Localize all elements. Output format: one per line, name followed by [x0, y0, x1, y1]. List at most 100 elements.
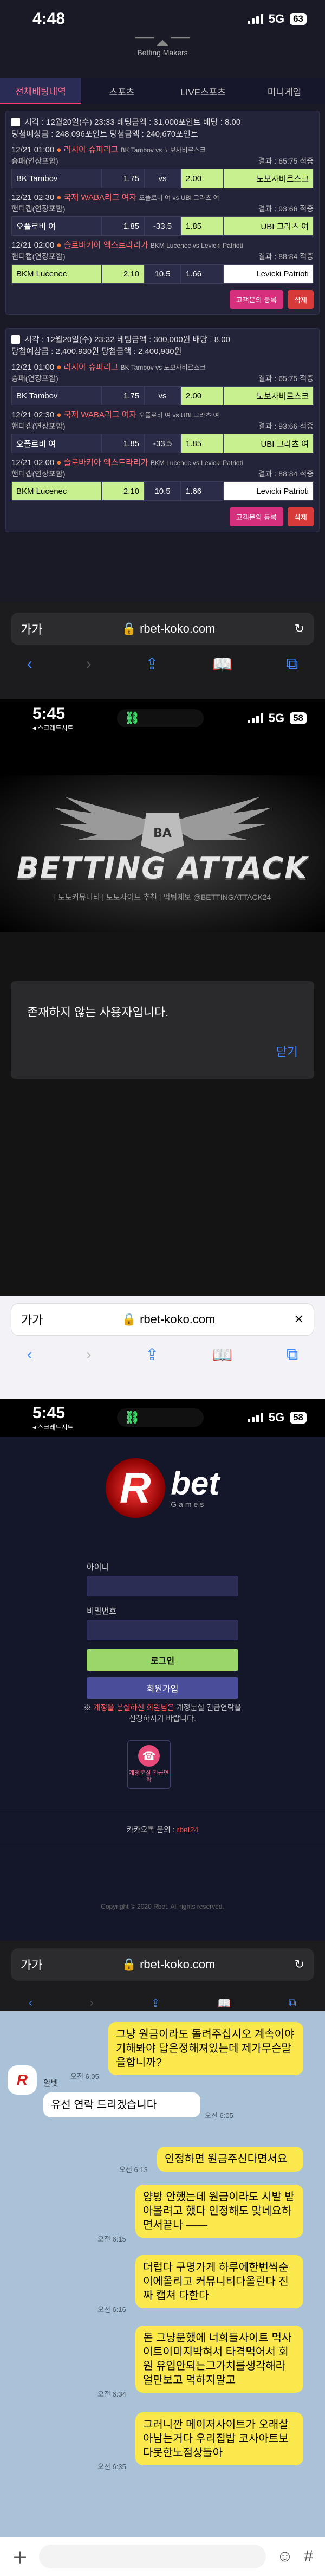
select-checkbox[interactable]	[11, 118, 20, 126]
signup-button[interactable]: 회원가입	[87, 1677, 238, 1699]
lock-icon: 🔒	[121, 1957, 136, 1971]
bookmarks-icon[interactable]: 📖	[218, 1997, 231, 2010]
status-bar: 5:45 ◂ 스크레드시트 ⛓ 5G 58	[0, 1399, 325, 1437]
network-label: 5G	[268, 711, 285, 725]
basketball-icon: ●	[56, 458, 62, 467]
reload-icon[interactable]: ↻	[295, 1957, 304, 1972]
alert-message: 존재하지 않는 사용자입니다.	[27, 1006, 169, 1019]
login-form: 아이디 비밀번호 로그인 회원가입	[87, 1561, 238, 1699]
inquiry-button[interactable]: 고객문의 등록	[229, 507, 284, 526]
away-odds: 1.66	[180, 481, 223, 501]
tabs-icon[interactable]: ⧉	[287, 1345, 298, 1364]
odds-row: BK Tambov 1.75 vs 2.00 노보사비르스크	[11, 169, 314, 188]
received-message[interactable]: 유선 연락 드리겠습니다	[43, 2092, 200, 2117]
match-header: 12/21 02:00 ● 슬로바키아 엑스트라리가 BKM Lucenec v…	[11, 458, 243, 467]
clock: 5:45	[32, 1403, 66, 1422]
select-checkbox[interactable]	[11, 335, 20, 344]
home-team: 오플로비 여	[11, 216, 102, 236]
tab-3[interactable]: 미니게임	[244, 78, 325, 104]
forward-icon[interactable]: ›	[86, 655, 92, 673]
rbet-avatar[interactable]: R	[8, 2065, 37, 2095]
sent-message[interactable]: 돈 그냥문했에 너희들사이트 먹사이트이미지박혀서 타격먹어서 회원 유입안되는…	[135, 2326, 303, 2393]
bet-summary: 시각 : 12월20일(수) 23:33 베팅금액 : 31,000포인트 배당…	[24, 118, 241, 127]
status-bar: 5:45 ◂ 스크레드시트 ⛓ 5G 58	[0, 699, 325, 737]
home-team: 오플로비 여	[11, 434, 102, 453]
phone-icon: ☎	[138, 1745, 160, 1767]
delete-button[interactable]: 삭제	[288, 290, 314, 309]
tab-0[interactable]: 전체베팅내역	[0, 78, 81, 104]
away-odds: 2.00	[180, 386, 223, 405]
match-result: 결과 : 93:66 적중	[258, 422, 314, 430]
alert-close-button[interactable]: 닫기	[276, 1042, 298, 1060]
reader-mode-button[interactable]: 가가	[21, 1956, 42, 1973]
forward-icon[interactable]: ›	[90, 1997, 94, 2010]
emergency-contact-button[interactable]: ☎ 계정분실 긴급연락	[127, 1740, 171, 1789]
share-icon[interactable]: ⇪	[145, 655, 159, 674]
back-icon[interactable]: ‹	[29, 1997, 32, 2010]
emergency-contact-label: 계정분실 긴급연락	[129, 1770, 169, 1783]
share-icon[interactable]: ⇪	[145, 1345, 159, 1364]
close-icon[interactable]: ✕	[294, 1312, 304, 1326]
match-header: 12/21 02:00 ● 슬로바키아 엑스트라리가 BKM Lucenec v…	[11, 241, 243, 250]
address-bar[interactable]: 가가 🔒 rbet-koko.com ↻	[11, 1948, 314, 1981]
handicap: 10.5	[144, 481, 181, 501]
tabs-icon[interactable]: ⧉	[287, 655, 298, 673]
market-type: 핸디캡(연장포함)	[11, 252, 66, 261]
away-odds: 2.00	[180, 169, 223, 188]
away-team: UBI 그라츠 여	[223, 216, 314, 236]
back-to-app[interactable]: ◂ 스크레드시트	[32, 723, 74, 732]
winged-emblem-icon: BA	[54, 797, 271, 854]
emoji-icon[interactable]: ☺	[277, 2547, 294, 2566]
share-icon[interactable]: ⇪	[151, 1997, 160, 2010]
sent-message[interactable]: 그러니깐 메이저사이트가 오래살아남는거다 우리집밥 코사아트보다못한노점상들아	[135, 2412, 303, 2465]
tab-1[interactable]: 스포츠	[81, 78, 162, 104]
lock-icon: 🔒	[121, 622, 136, 635]
inquiry-button[interactable]: 고객문의 등록	[229, 290, 284, 309]
alert-dialog: 존재하지 않는 사용자입니다. 닫기	[11, 981, 314, 1079]
message-input[interactable]	[39, 2545, 266, 2568]
login-button[interactable]: 로그인	[87, 1649, 238, 1671]
bookmarks-icon[interactable]: 📖	[212, 655, 232, 674]
reload-icon[interactable]: ↻	[295, 622, 304, 636]
password-label: 비밀번호	[87, 1607, 117, 1616]
away-team: UBI 그라츠 여	[223, 434, 314, 453]
match-header: 12/21 01:00 ● 러시아 슈퍼리그 BK Tambov vs 노보사비…	[11, 145, 206, 154]
match-result: 결과 : 88:84 적중	[258, 469, 314, 478]
status-bar: 4:48 5G 63	[0, 0, 325, 38]
reader-mode-button[interactable]: 가가	[21, 1311, 43, 1328]
match-header: 12/21 01:00 ● 러시아 슈퍼리그 BK Tambov vs 노보사비…	[11, 363, 206, 372]
bet-slip-card: 시각 : 12월20일(수) 23:32 베팅금액 : 300,000원 배당 …	[5, 328, 320, 532]
address-bar[interactable]: 가가 🔒 rbet-koko.com ↻	[11, 613, 314, 645]
hash-icon[interactable]: #	[304, 2547, 313, 2566]
odds-row: BKM Lucenec 2.10 10.5 1.66 Levicki Patri…	[11, 481, 314, 501]
password-input[interactable]	[87, 1620, 238, 1640]
sent-message[interactable]: 인정하면 원금주신다면서요	[157, 2147, 303, 2172]
id-input[interactable]	[87, 1576, 238, 1596]
bookmarks-icon[interactable]: 📖	[212, 1345, 232, 1364]
away-team: 노보사비르스크	[223, 169, 314, 188]
tab-2[interactable]: LIVE스포츠	[162, 78, 244, 104]
tabs-icon[interactable]: ⧉	[289, 1997, 296, 2010]
home-odds: 1.75	[102, 169, 145, 188]
reader-mode-button[interactable]: 가가	[21, 620, 42, 637]
basketball-icon: ●	[56, 410, 62, 420]
message-time: 오전 6:05	[205, 2111, 233, 2120]
back-icon[interactable]: ‹	[27, 655, 32, 673]
logo-text: bet	[171, 1465, 220, 1502]
sent-message[interactable]: 그냥 원금이라도 돌려주십시오 계속이야기해봐야 답은정해져있는데 제가무슨말을…	[108, 2022, 303, 2075]
sent-message[interactable]: 더럽다 구명가게 하루에한번씩순이에올리고 커뮤니티다올린다 진짜 캡쳐 다한다	[135, 2255, 303, 2308]
back-icon[interactable]: ‹	[27, 1345, 32, 1364]
home-team: BK Tambov	[11, 386, 102, 405]
dynamic-island: ⛓	[117, 709, 204, 727]
address-bar[interactable]: 가가 🔒 rbet-koko.com ✕	[11, 1303, 314, 1336]
sent-message[interactable]: 양방 안했는데 원금이라도 시발 받아볼려고 했다 인정해도 맞네요하면서끝나 …	[135, 2185, 303, 2238]
kakao-id[interactable]: rbet24	[177, 1825, 199, 1834]
forward-icon[interactable]: ›	[86, 1345, 92, 1364]
plus-icon[interactable]: ＋	[12, 2545, 28, 2568]
home-odds: 1.75	[102, 386, 145, 405]
back-to-app[interactable]: ◂ 스크레드시트	[32, 1422, 74, 1432]
site-banner: BA BETTING ATTACK | 토토커뮤니티 | 토토사이트 추천 | …	[0, 775, 325, 932]
handicap: 10.5	[144, 264, 181, 284]
signal-icon	[247, 1413, 263, 1422]
delete-button[interactable]: 삭제	[288, 507, 314, 526]
